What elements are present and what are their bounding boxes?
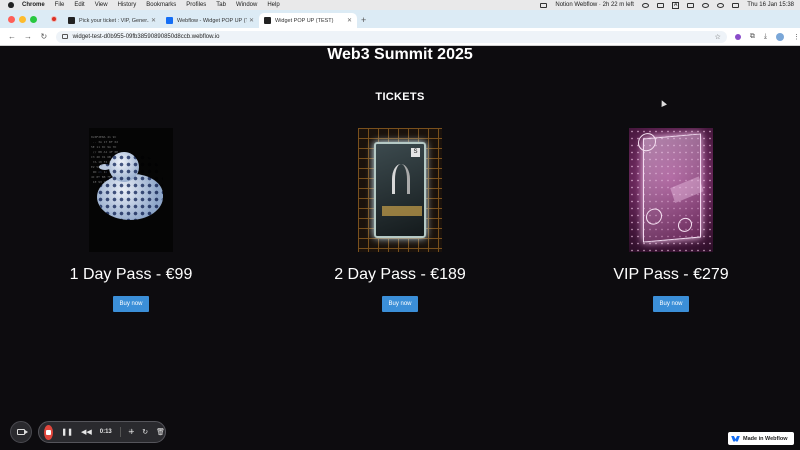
ticket-name: 1 Day Pass - €99: [69, 266, 193, 283]
apple-icon[interactable]: [8, 2, 14, 8]
menu-edit[interactable]: Edit: [74, 2, 84, 8]
tickets-heading: TICKETS: [375, 91, 425, 103]
ticket-image-vip: [629, 128, 713, 252]
download-icon[interactable]: ⤓: [764, 33, 767, 41]
recording-controls: ❚❚ ◀◀ 0:13 ⁜ ↻ 🗑: [38, 421, 166, 443]
vip-card-shape: [638, 132, 704, 243]
duck-pattern: [97, 154, 163, 220]
close-tab-icon[interactable]: ✕: [347, 17, 352, 24]
address-bar[interactable]: widget-test-d0b955-09fb38590890850d8ccb.…: [55, 30, 727, 43]
menubar-status-area: Notion Webflow · 2h 22 m left A Thu 16 J…: [540, 0, 794, 10]
pass-card-shape: S: [374, 142, 426, 238]
recording-timer: 0:13: [99, 429, 112, 435]
ticket-card-2-day: S 2 Day Pass - €189 Buy now: [300, 128, 500, 312]
stop-recording-button[interactable]: [44, 424, 54, 440]
menu-help[interactable]: Help: [267, 2, 279, 8]
site-favicon-icon: [68, 17, 75, 24]
site-favicon-icon: [264, 17, 271, 24]
extensions-puzzle-icon[interactable]: ⧉: [750, 33, 755, 41]
new-tab-icon[interactable]: +: [361, 15, 366, 25]
ticket-name: VIP Pass - €279: [613, 266, 729, 283]
address-url[interactable]: widget-test-d0b955-09fb38590890850d8ccb.…: [73, 34, 220, 40]
record-icon[interactable]: [641, 2, 649, 8]
toolbar-extensions: ⧉ ⤓ ⋮: [734, 32, 800, 41]
made-in-webflow-badge[interactable]: Made in Webflow: [728, 432, 794, 445]
restart-icon[interactable]: ↻: [142, 428, 148, 436]
buy-now-button[interactable]: Buy now: [113, 296, 149, 312]
control-center-icon[interactable]: [732, 2, 740, 8]
bookmark-star-icon[interactable]: ☆: [715, 33, 721, 41]
menu-window[interactable]: Window: [236, 2, 257, 8]
pause-icon[interactable]: ❚❚: [61, 428, 73, 436]
tab-label: Pick your ticket : VIP, Gener...: [79, 17, 149, 24]
search-icon[interactable]: [717, 2, 725, 8]
battery-icon[interactable]: [687, 2, 695, 8]
tab-label: Webflow - Widget POP UP (Tr...: [177, 17, 247, 24]
tab-webflow-designer[interactable]: Webflow - Widget POP UP (Tr... ✕: [161, 13, 259, 28]
menu-profiles[interactable]: Profiles: [186, 2, 206, 8]
menu-tab[interactable]: Tab: [216, 2, 226, 8]
buy-now-button[interactable]: Buy now: [382, 296, 418, 312]
camera-icon: [17, 429, 28, 435]
tab-label: Widget POP UP (TEST): [275, 17, 334, 24]
card-ring-shape: [678, 217, 692, 233]
browser-toolbar: ← → ↻ widget-test-d0b955-09fb38590890850…: [0, 28, 800, 46]
page-content: Web3 Summit 2025 TICKETS 0x0F2E8A 41 9C …: [0, 46, 800, 450]
menubar-clock[interactable]: Thu 16 Jan 15:38: [747, 2, 794, 8]
card-label-block: [670, 176, 704, 203]
tab-pick-ticket[interactable]: Pick your ticket : VIP, Gener... ✕: [63, 13, 161, 28]
camera-toggle-button[interactable]: [10, 421, 32, 443]
card-ring-shape: [638, 132, 656, 152]
tab-widget-popup-test[interactable]: Widget POP UP (TEST) ✕: [259, 13, 357, 28]
browser-tab-strip: Pick your ticket : VIP, Gener... ✕ Webfl…: [0, 10, 800, 28]
ticket-image-card: S: [358, 128, 442, 252]
menubar-status-text[interactable]: Notion Webflow · 2h 22 m left: [555, 2, 634, 8]
menu-app-chrome[interactable]: Chrome: [22, 2, 45, 8]
close-window-icon[interactable]: [8, 16, 15, 23]
recording-tab-icon[interactable]: [51, 16, 57, 22]
badge-label: Made in Webflow: [743, 435, 788, 442]
buy-now-button[interactable]: Buy now: [653, 296, 689, 312]
ticket-name: 2 Day Pass - €189: [334, 266, 466, 283]
ticket-card-vip: VIP Pass - €279 Buy now: [571, 128, 771, 312]
reload-icon[interactable]: ↻: [40, 32, 48, 41]
fullscreen-window-icon[interactable]: [30, 16, 37, 23]
card-text-block: [382, 206, 422, 216]
webflow-logo-icon: [731, 435, 740, 442]
notion-calendar-icon[interactable]: [540, 2, 548, 8]
webflow-favicon-icon: [166, 17, 173, 24]
wifi-icon[interactable]: [702, 2, 710, 8]
back-icon[interactable]: ←: [8, 32, 16, 41]
menu-view[interactable]: View: [95, 2, 108, 8]
ticket-card-1-day: 0x0F2E8A 41 9C .. 3A 17 BF 02 5E 11 0C 9…: [31, 128, 231, 312]
drawing-tool-icon[interactable]: ⁜: [128, 428, 134, 436]
input-source-icon[interactable]: A: [671, 1, 680, 9]
screen-icon[interactable]: [656, 2, 664, 8]
divider: [119, 427, 121, 437]
card-emblem: [392, 164, 410, 194]
forward-icon[interactable]: →: [24, 32, 32, 41]
window-controls: [8, 16, 37, 23]
profile-avatar[interactable]: [776, 32, 784, 41]
close-tab-icon[interactable]: ✕: [151, 17, 156, 24]
trash-icon[interactable]: 🗑: [156, 428, 165, 436]
macos-menu-bar: Chrome File Edit View History Bookmarks …: [0, 0, 800, 10]
more-menu-icon[interactable]: ⋮: [793, 33, 800, 41]
card-ring-shape: [646, 207, 662, 226]
close-tab-icon[interactable]: ✕: [249, 17, 254, 24]
site-info-icon[interactable]: [61, 34, 68, 39]
card-corner-badge: S: [411, 148, 420, 157]
extension-icon[interactable]: [734, 33, 741, 40]
event-title: Web3 Summit 2025: [327, 46, 473, 63]
minimize-window-icon[interactable]: [19, 16, 26, 23]
menu-file[interactable]: File: [55, 2, 65, 8]
rewind-icon[interactable]: ◀◀: [81, 428, 92, 436]
menu-bookmarks[interactable]: Bookmarks: [146, 2, 176, 8]
ticket-image-duck: 0x0F2E8A 41 9C .. 3A 17 BF 02 5E 11 0C 9…: [89, 128, 173, 252]
menu-history[interactable]: History: [118, 2, 137, 8]
